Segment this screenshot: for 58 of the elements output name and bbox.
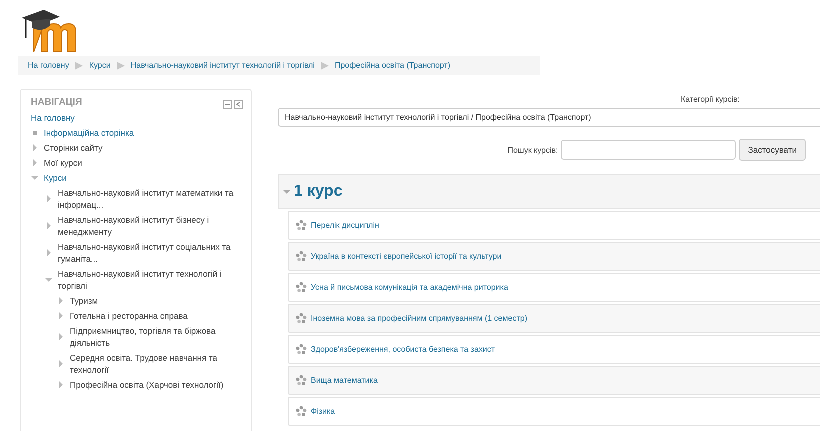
collapsed-icon[interactable] <box>57 381 65 389</box>
nav-item[interactable]: Середня освіта. Трудове навчання та технології <box>70 352 243 376</box>
course-icon <box>296 406 307 417</box>
course-link[interactable]: Іноземна мова за професійним спрямуванням (1 семестр) <box>311 314 528 323</box>
expanded-icon[interactable] <box>283 188 291 196</box>
nav-item[interactable]: Навчально-науковий інститут математики та інформац... <box>58 187 243 211</box>
nav-item[interactable]: Навчально-науковий інститут соціальних та гуманіта... <box>58 241 243 265</box>
separator-icon <box>75 62 84 70</box>
collapsed-icon[interactable] <box>45 249 53 257</box>
nav-item[interactable]: Інформаційна сторінка <box>44 127 134 139</box>
course-icon <box>296 220 307 231</box>
collapsed-icon[interactable] <box>31 144 39 152</box>
nav-item[interactable]: На головну <box>31 112 75 124</box>
expanded-icon[interactable] <box>31 174 39 182</box>
separator-icon <box>320 62 329 70</box>
course-link[interactable]: Здоров'язбереження, особиста безпека та захист <box>311 345 496 354</box>
course-icon <box>296 313 307 324</box>
collapsed-icon[interactable] <box>57 312 65 320</box>
course-icon <box>296 282 307 293</box>
breadcrumb-link[interactable]: Професійна освіта (Транспорт) <box>334 61 450 70</box>
collapsed-icon[interactable] <box>31 159 39 167</box>
separator-icon <box>116 62 125 70</box>
nav-item[interactable]: Навчально-науковий інститут бізнесу і менеджменту <box>58 214 243 238</box>
apply-button[interactable]: Застосувати <box>739 139 806 161</box>
nav-item[interactable]: Курси <box>44 172 67 184</box>
collapse-icon[interactable] <box>223 100 232 108</box>
bullet-icon <box>33 131 37 135</box>
course-link[interactable]: Усна й письмова комунікація та академічна риторика <box>311 283 508 292</box>
course-icon <box>296 375 307 386</box>
nav-item[interactable]: Туризм <box>70 295 98 307</box>
collapsed-icon[interactable] <box>57 297 65 305</box>
nav-item[interactable]: Навчально-науковий інститут технологій і торгівлі <box>58 268 243 292</box>
collapsed-icon[interactable] <box>45 195 53 203</box>
collapsed-icon[interactable] <box>57 333 65 341</box>
course-link[interactable]: Вища математика <box>311 376 378 385</box>
breadcrumb-link[interactable]: Курси <box>89 61 111 70</box>
panel-title: НАВІГАЦІЯ <box>31 97 82 108</box>
course-icon <box>296 251 307 262</box>
category-select[interactable]: Навчально-науковий інститут технологій і торгівлі / Професійна освіта (Транспорт) <box>278 108 820 127</box>
nav-item[interactable]: Мої курси <box>44 157 82 169</box>
nav-item[interactable]: Професійна освіта (Харчові технології) <box>70 379 224 391</box>
field-label: Пошук курсів: <box>508 146 558 154</box>
nav-item[interactable]: Підприємництво, торгівля та біржова діяльність <box>70 325 243 349</box>
nav-item[interactable]: Готельна і ресторанна справа <box>70 310 188 322</box>
field-label: Категорії курсів: <box>680 95 740 104</box>
collapsed-icon[interactable] <box>45 222 53 230</box>
collapsed-icon[interactable] <box>57 360 65 368</box>
course-link[interactable]: Україна в контексті європейської історії та культури <box>311 252 502 261</box>
breadcrumb-link[interactable]: Навчально-науковий інститут технологій і торгівлі <box>130 61 315 70</box>
dock-icon[interactable] <box>234 100 243 108</box>
search-field[interactable] <box>561 140 736 160</box>
nav-item[interactable]: Сторінки сайту <box>44 142 103 154</box>
course-icon <box>296 344 307 355</box>
collapsed-icon[interactable] <box>45 276 53 284</box>
course-link[interactable]: Перелік дисциплін <box>311 221 380 230</box>
course-link[interactable]: Фізика <box>311 407 336 416</box>
breadcrumb-link[interactable]: На головну <box>28 61 70 70</box>
section-title[interactable]: 1 курс <box>294 182 343 200</box>
